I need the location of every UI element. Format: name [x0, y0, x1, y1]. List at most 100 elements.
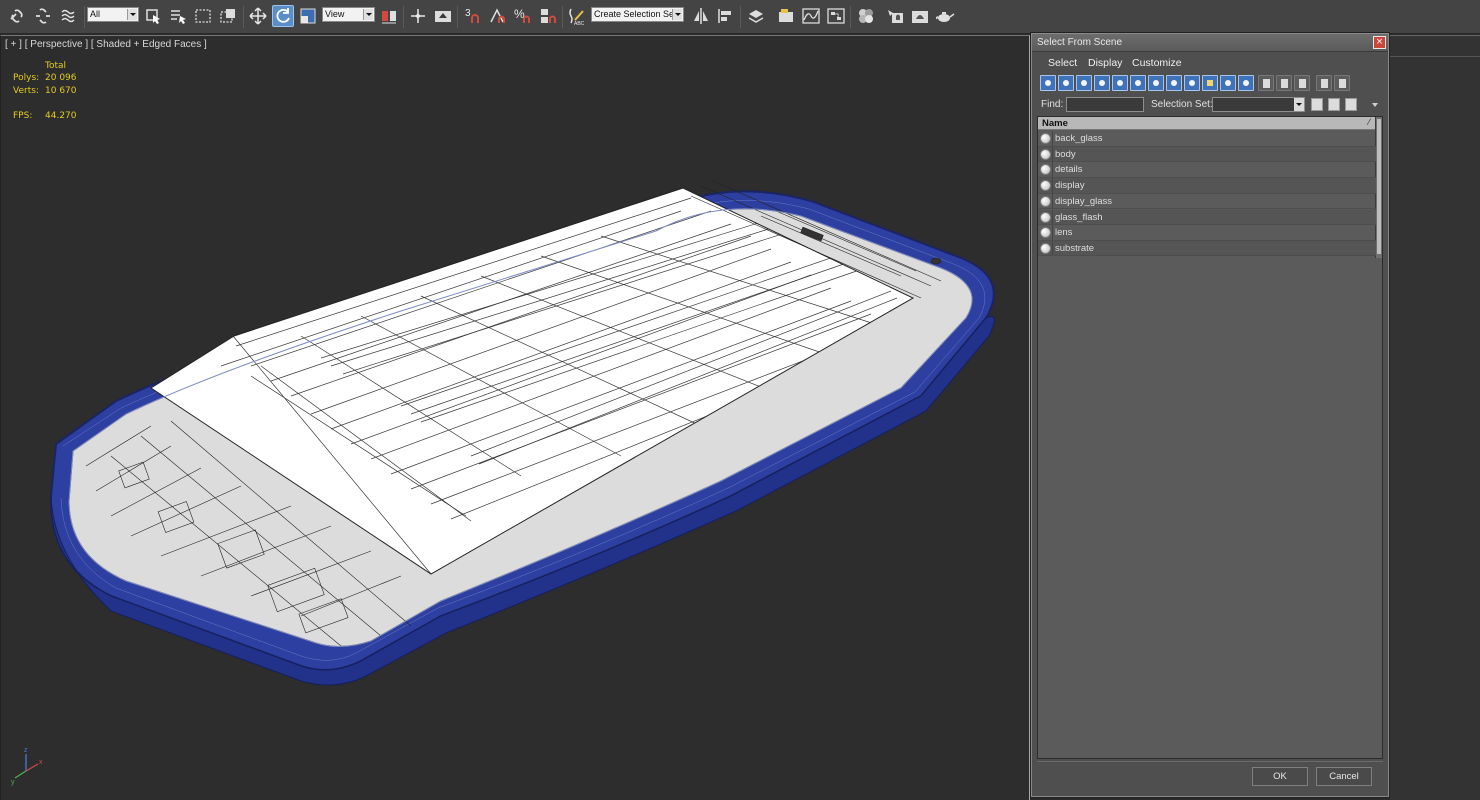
object-icon [1040, 164, 1051, 176]
scene-object-list: Name ⁄ back_glass body details display d… [1037, 116, 1383, 759]
select-and-manipulate-icon[interactable] [407, 5, 429, 27]
display-containers-icon[interactable] [1202, 75, 1218, 91]
stats-total-label: Total [45, 61, 67, 71]
display-hidden-icon[interactable] [1238, 75, 1254, 91]
scrollbar-thumb[interactable] [1377, 119, 1381, 254]
snap-3-text: 3 [465, 8, 471, 19]
toggle-ribbon-icon[interactable] [775, 5, 797, 27]
display-xrefs-icon[interactable] [1166, 75, 1182, 91]
display-space-warps-icon[interactable] [1130, 75, 1146, 91]
list-item-label: display [1055, 180, 1085, 192]
select-object-icon[interactable] [142, 5, 164, 27]
display-lights-icon[interactable] [1076, 75, 1092, 91]
list-item-label: back_glass [1055, 133, 1103, 144]
display-frozen-icon[interactable] [1220, 75, 1236, 91]
display-bones-icon[interactable] [1184, 75, 1200, 91]
stats-polys-label: Polys: [13, 73, 40, 83]
select-none-icon[interactable] [1276, 75, 1292, 91]
dialog-title-bar[interactable]: Select From Scene × [1032, 34, 1388, 52]
list-item[interactable]: back_glass [1038, 131, 1376, 147]
object-icon [1040, 148, 1051, 160]
stats-verts-label: Verts: [13, 86, 39, 96]
render-production-teapot-icon[interactable] [934, 5, 956, 27]
viewport-label-menu[interactable]: [ + ] [ Perspective ] [ Shaded + Edged F… [5, 39, 207, 50]
list-item-label: body [1055, 148, 1076, 160]
list-scrollbar[interactable] [1375, 117, 1382, 258]
menu-select[interactable]: Select [1048, 57, 1077, 69]
select-and-link-icon[interactable] [6, 5, 28, 27]
list-item[interactable]: glass_flash [1038, 209, 1376, 226]
mirror-icon[interactable] [690, 5, 712, 27]
list-item[interactable]: lens [1038, 225, 1376, 241]
selection-filter-select[interactable]: All [87, 7, 139, 22]
list-item[interactable]: display_glass [1038, 193, 1376, 210]
keyboard-shortcut-override-icon[interactable] [432, 5, 454, 27]
list-item[interactable]: substrate [1038, 240, 1376, 257]
main-toolbar: All View 3 % ABC Create Selection Se [0, 0, 1480, 34]
select-all-icon[interactable] [1258, 75, 1274, 91]
rendered-frame-window-icon[interactable] [909, 5, 931, 27]
remove-from-selection-set-icon[interactable] [1345, 98, 1357, 111]
spinner-snap-toggle-icon[interactable] [537, 5, 559, 27]
chevron-down-icon[interactable] [1372, 103, 1378, 107]
list-item[interactable]: body [1038, 146, 1376, 163]
cancel-button[interactable]: Cancel [1316, 767, 1372, 786]
angle-snap-toggle-icon[interactable] [487, 5, 509, 27]
bind-to-space-warp-icon[interactable] [58, 5, 80, 27]
list-item-label: lens [1055, 227, 1073, 239]
menu-customize[interactable]: Customize [1132, 57, 1182, 69]
named-selection-set-select[interactable]: Create Selection Se [591, 7, 684, 22]
column-header-label: Name [1042, 118, 1068, 129]
percent-snap-toggle-icon[interactable]: % [512, 5, 534, 27]
display-shapes-icon[interactable] [1058, 75, 1074, 91]
filter-options-icon[interactable] [1334, 75, 1350, 91]
snaps-toggle-icon[interactable]: 3 [462, 5, 484, 27]
window-crossing-icon[interactable] [217, 5, 239, 27]
select-and-rotate-icon[interactable] [272, 5, 294, 27]
select-invert-icon[interactable] [1294, 75, 1310, 91]
axis-x-label: x [39, 759, 43, 766]
display-cameras-icon[interactable] [1094, 75, 1110, 91]
display-filter-toolbar [1038, 73, 1386, 95]
select-and-move-icon[interactable] [247, 5, 269, 27]
align-icon[interactable] [715, 5, 737, 27]
schematic-view-icon[interactable] [825, 5, 847, 27]
list-item-label: glass_flash [1055, 211, 1103, 223]
selection-set-label: Selection Set: [1151, 99, 1213, 110]
chevron-down-icon [1294, 98, 1304, 111]
render-setup-icon[interactable] [884, 5, 906, 27]
named-selection-set-value: Create Selection Se [594, 9, 675, 19]
select-by-name-icon[interactable] [167, 5, 189, 27]
perspective-viewport[interactable]: x y z [ + ] [ Perspective ] [ Shaded + E… [0, 35, 1030, 800]
object-icon [1040, 242, 1051, 254]
layer-manager-icon[interactable] [745, 5, 767, 27]
reference-coordinate-select[interactable]: View [322, 7, 375, 22]
display-groups-icon[interactable] [1148, 75, 1164, 91]
stats-fps-label: FPS: [13, 111, 33, 121]
abc-text: ABC [574, 21, 585, 26]
display-helpers-icon[interactable] [1112, 75, 1128, 91]
select-and-scale-icon[interactable] [297, 5, 319, 27]
create-selection-set-icon[interactable] [1311, 98, 1323, 111]
material-editor-icon[interactable] [855, 5, 877, 27]
filter-funnel-icon[interactable] [1316, 75, 1332, 91]
curve-editor-icon[interactable] [800, 5, 822, 27]
list-item[interactable]: display [1038, 178, 1376, 194]
add-to-selection-set-icon[interactable] [1328, 98, 1340, 111]
unlink-selection-icon[interactable] [32, 5, 54, 27]
selection-filter-value: All [90, 9, 101, 19]
list-item[interactable]: details [1038, 162, 1376, 178]
select-from-scene-dialog: Select From Scene × Select Display Custo… [1031, 33, 1389, 797]
pivot-point-center-icon[interactable] [378, 5, 400, 27]
dialog-menu-bar: Select Display Customize [1032, 53, 1388, 73]
column-header-name[interactable]: Name ⁄ [1038, 117, 1376, 130]
find-input[interactable] [1066, 97, 1144, 112]
edit-named-selection-icon[interactable]: ABC [566, 5, 588, 27]
axis-y-label: y [11, 779, 15, 786]
display-geometry-icon[interactable] [1040, 75, 1056, 91]
menu-display[interactable]: Display [1088, 57, 1122, 69]
ok-button[interactable]: OK [1252, 767, 1308, 786]
rectangular-selection-icon[interactable] [192, 5, 214, 27]
close-button[interactable]: × [1373, 36, 1386, 49]
selection-set-dropdown[interactable] [1212, 97, 1305, 112]
